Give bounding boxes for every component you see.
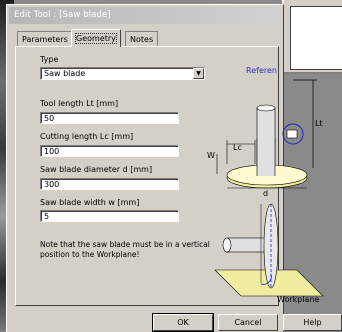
title-bar[interactable]: Edit Tool : [Saw blade]: [9, 7, 281, 24]
reference-label: Referen: [246, 66, 277, 75]
tab-geometry[interactable]: Geometry: [71, 29, 121, 47]
type-label: Type: [40, 55, 59, 64]
diameter-label: Saw blade diameter d [mm]: [40, 165, 153, 174]
cutting-length-label: Cutting length Lc [mm]: [40, 132, 134, 141]
width-label: Saw blade width w [mm]: [40, 198, 140, 207]
cutting-length-input[interactable]: 100: [40, 145, 179, 157]
lc-label: Lc: [233, 143, 242, 152]
tool-length-label: Tool length Lt [mm]: [40, 99, 119, 108]
cancel-button[interactable]: Cancel: [218, 314, 278, 331]
dialog-title: Edit Tool : [Saw blade]: [14, 10, 111, 20]
saw-blade-diagram: Lt Lc W d Workplane: [207, 79, 324, 304]
type-dropdown[interactable]: Saw blade ▼: [40, 67, 205, 80]
type-value: Saw blade: [44, 69, 86, 78]
vertical-position-note: Note that the saw blade must be in a ver…: [40, 240, 210, 259]
tool-length-input[interactable]: 50: [40, 112, 179, 124]
help-button[interactable]: Help: [283, 314, 342, 331]
width-input[interactable]: 5: [40, 210, 179, 222]
lt-label: Lt: [315, 119, 323, 128]
chevron-down-icon[interactable]: ▼: [193, 68, 204, 79]
tab-notes[interactable]: Notes: [125, 31, 159, 47]
background-window[interactable]: [282, 0, 342, 74]
d-label: d: [263, 189, 268, 198]
workplane-label: Workplane: [277, 295, 320, 304]
background-window-content: [290, 6, 342, 70]
ok-button[interactable]: OK: [153, 314, 213, 331]
tab-parameters[interactable]: Parameters: [17, 31, 73, 47]
tab-geometry-label: Geometry: [75, 33, 117, 44]
w-label: W: [207, 151, 215, 160]
diameter-input[interactable]: 300: [40, 178, 179, 190]
